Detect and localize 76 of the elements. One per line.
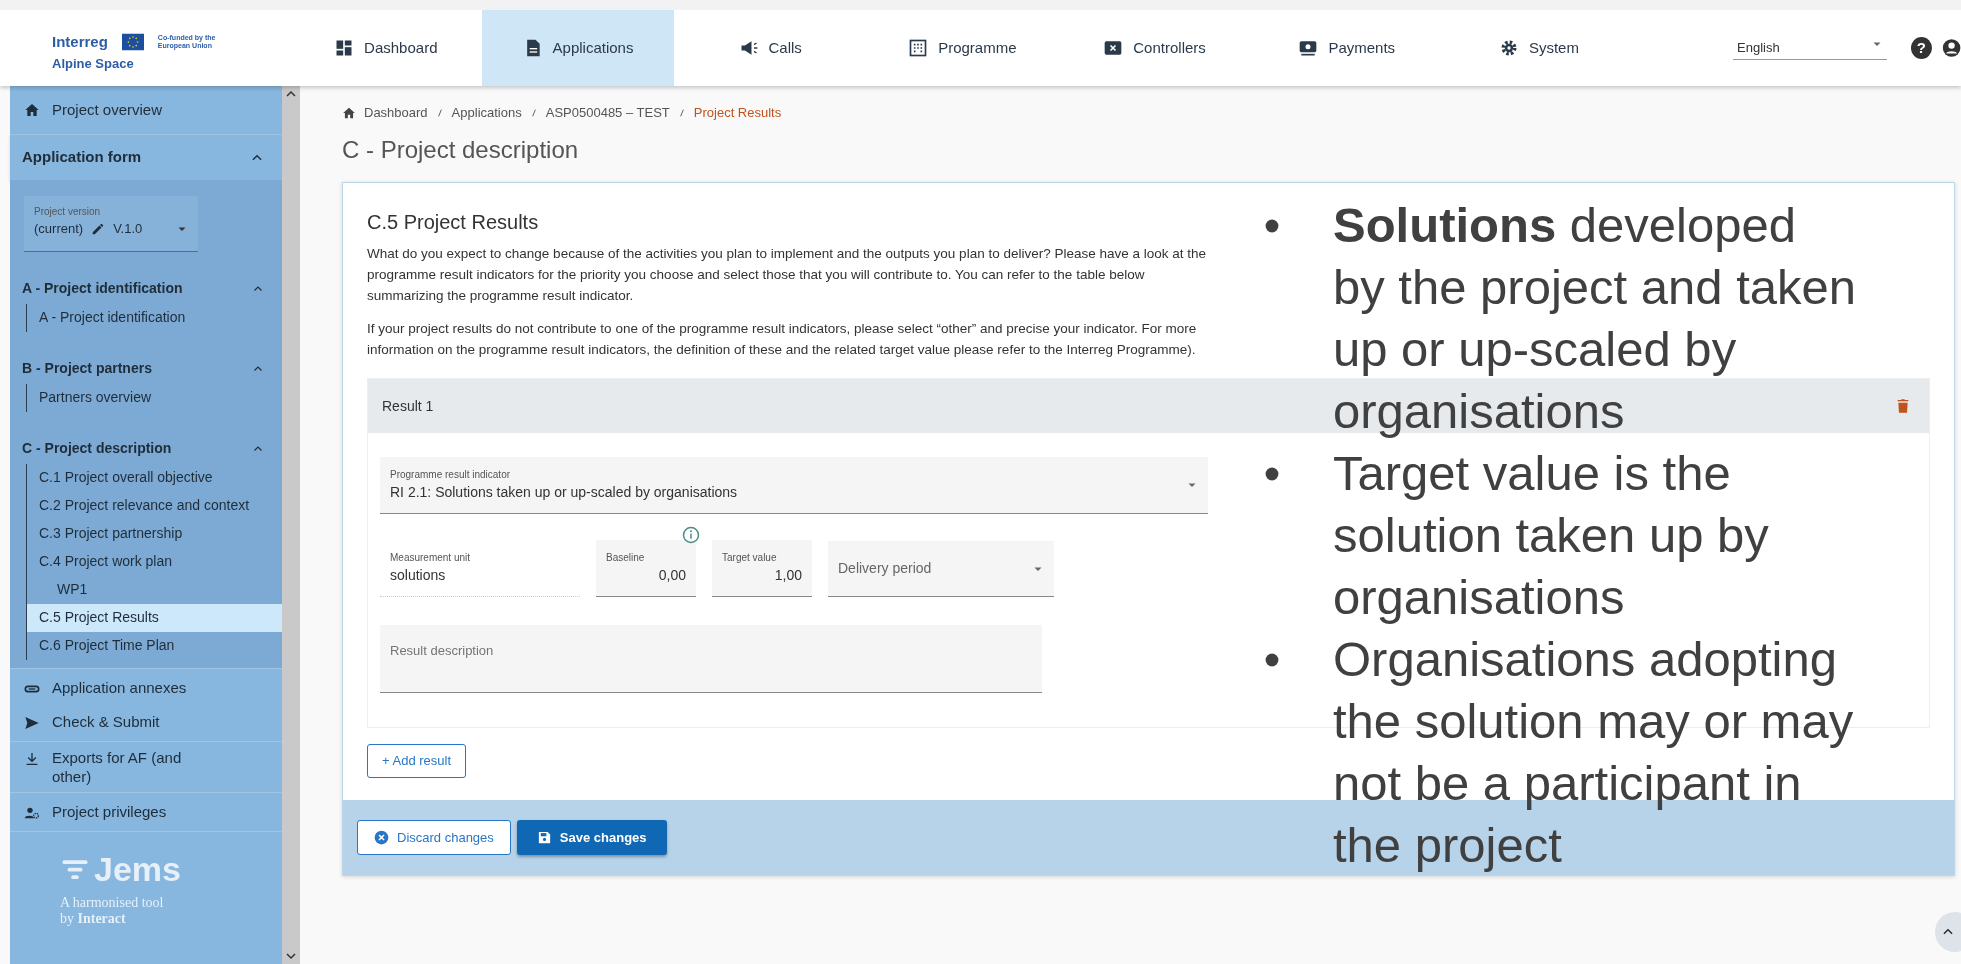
group-header[interactable]: B - Project partners [10,357,282,380]
programme-name: Alpine Space [52,54,135,73]
breadcrumb-link[interactable]: Applications [451,103,522,123]
breadcrumb-link[interactable]: Project Results [693,103,782,123]
version-select[interactable]: Project version (current) V.1.0 [24,196,198,252]
sidebar-item[interactable]: Project overview [10,86,282,134]
bullet-text: Organisations adopting the solution may or may not be a participant in the project [1333,631,1855,874]
sidebar-item[interactable]: C.2 Project relevance and context [27,491,282,520]
discard-button[interactable]: Discard changes [357,819,511,855]
group-header[interactable]: A - Project identification [10,277,282,300]
add-result-button[interactable]: + Add result [367,744,467,778]
sidebar-item[interactable]: A - Project identification [27,303,282,332]
language-select[interactable]: English [1733,35,1887,61]
nav-tab[interactable]: Applications [481,10,675,86]
slash-separator-icon [435,107,444,119]
nav-tab[interactable]: Controllers [1058,10,1251,86]
bullet-dot-icon [1265,467,1279,481]
instruction-paragraph: What do you expect to change because of the activities you plan to implement and the outputs you plan to deliver? Please have a look at the programme result indicators for the priority you choose and select those that you will contribute to. You can refer to the table below summarizing the programme result indicator. [367,245,1208,305]
sidebar-item[interactable]: Partners overview [27,383,282,412]
scrollbar[interactable] [282,86,300,964]
info-icon[interactable] [682,526,700,544]
breadcrumb-link[interactable]: ASP0500485 – TEST [545,103,670,123]
dashboard-grid-icon [334,38,355,58]
logo-tagline: A harmonised tool [60,894,165,911]
logo-credit: by Interact [60,910,127,927]
instruction-paragraph: If your project results do not contribute to one of the programme result indicators, please select “other” and precise your indicator. For more information on the programme result indicators, the definition of these and the related target value please refer to the Interreg Programme). [367,320,1198,359]
sidebar-item[interactable]: C.5 Project Results [27,603,282,632]
group-header[interactable]: C - Project description [10,437,282,460]
payment-icon [1298,38,1319,58]
download-icon [24,750,40,767]
description-field[interactable]: Result description [380,625,1042,693]
card-cross-icon [1103,38,1124,58]
account-icon[interactable] [1941,38,1961,58]
sidebar-item[interactable]: WP1 [27,575,282,604]
sidebar-item[interactable]: C.1 Project overall objective [27,463,282,492]
nav-tab[interactable]: System [1442,10,1635,86]
sidebar-item[interactable]: C.4 Project work plan [27,547,282,576]
scroll-up-icon[interactable] [286,90,296,98]
bullet-dot-icon [1265,219,1279,233]
building-icon [908,38,929,58]
delivery-period-select[interactable]: Delivery period [828,541,1054,597]
pencil-icon [91,221,106,236]
help-button[interactable]: ? [1910,37,1932,59]
user-gear-icon [24,805,40,821]
sidebar-item[interactable]: Check & Submit [10,704,282,739]
page-title: C - Project description [342,135,580,165]
sidebar-item[interactable]: Application annexes [10,670,282,705]
nav-tab[interactable]: Dashboard [289,10,482,86]
breadcrumb-link[interactable]: Dashboard [364,103,428,123]
send-icon [24,715,40,731]
sidebar-item[interactable]: Project privileges [10,794,282,829]
bullet-dot-icon [1265,653,1279,667]
result-title: Result 1 [382,396,434,416]
sidebar-item[interactable]: C.6 Project Time Plan [27,631,282,660]
scroll-down-icon[interactable] [286,952,296,960]
home-icon [24,102,40,118]
indicator-select[interactable]: Programme result indicator RI 2.1: Solutions taken up or up-scaled by organisations [380,457,1208,514]
bullet-text: Target value is the solution taken up by organisations [1333,445,1770,626]
nav-tab[interactable]: Calls [674,10,867,86]
sidebar-item[interactable]: C.3 Project partnership [27,519,282,548]
bullet-text: Solutions developed by the project and taken up or up-scaled by organisations [1333,197,1858,440]
target-value-field[interactable]: Target value 1,00 [712,540,812,597]
slash-separator-icon [677,107,686,119]
logo-name: Jems [94,848,181,890]
measurement-field[interactable]: Measurement unit solutions [380,540,580,597]
trash-icon[interactable] [1895,397,1911,415]
brand-name: Interreg [52,32,108,52]
baseline-field[interactable]: Baseline 0,00 [596,540,696,597]
section-title: C.5 Project Results [367,210,539,235]
sidebar-item[interactable]: Exports for AF (and other) [10,743,282,790]
cancel-icon [374,829,389,845]
nav-tab[interactable]: Payments [1250,10,1443,86]
nav-tab[interactable]: Programme [866,10,1059,86]
home-icon[interactable] [342,106,356,120]
slash-separator-icon [529,107,538,119]
save-button[interactable]: Save changes [516,819,667,855]
